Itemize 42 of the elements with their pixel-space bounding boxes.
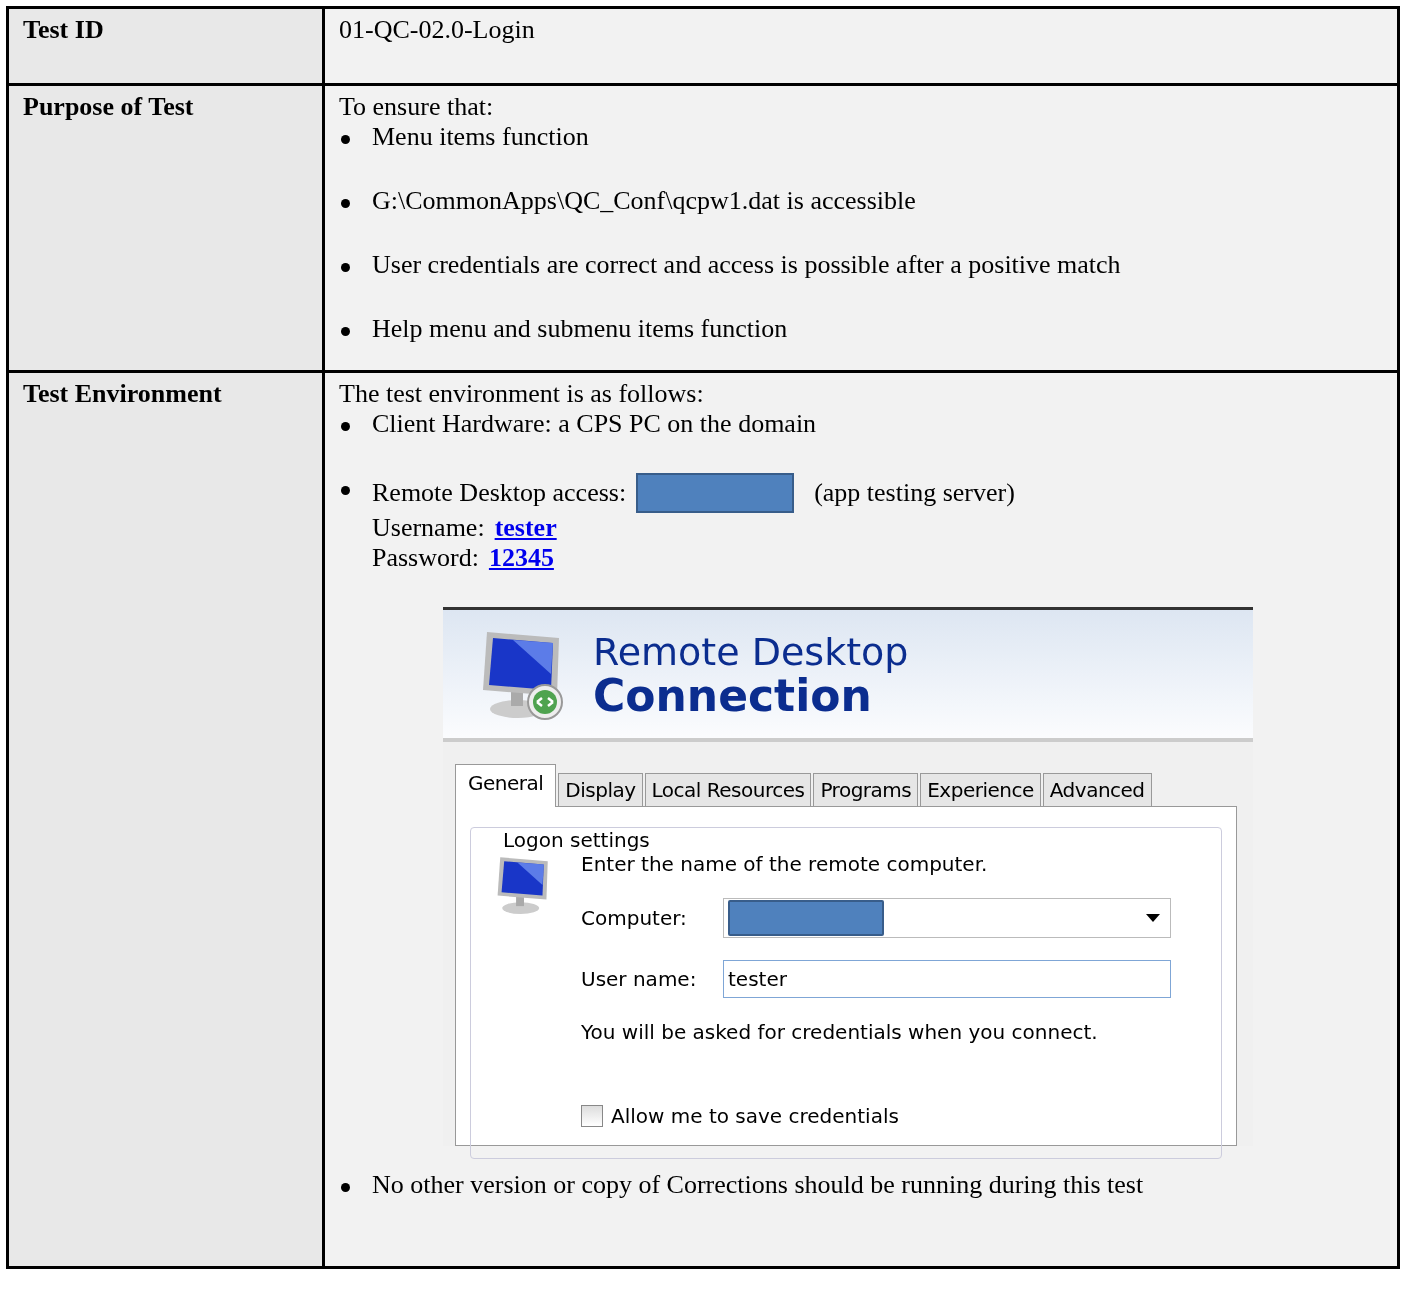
- intro-text: The test environment is as follows:: [339, 379, 705, 409]
- credential-label: Username:: [372, 513, 485, 543]
- cell-text: 01-QC-02.0-Login: [339, 15, 535, 44]
- username-field[interactable]: tester: [723, 960, 1171, 998]
- computer-dropdown[interactable]: [723, 898, 1171, 938]
- bullet-text: Help menu and submenu items function: [372, 314, 788, 344]
- dialog-title: Remote Desktop: [593, 630, 909, 674]
- tab[interactable]: Display: [558, 773, 643, 806]
- dialog-title: Connection: [593, 674, 872, 718]
- credential-label: Password:: [372, 543, 479, 573]
- caret-icon: [1146, 914, 1160, 922]
- bullet-icon: [341, 135, 350, 144]
- bullet-icon: [341, 263, 350, 272]
- tab[interactable]: General: [455, 764, 557, 807]
- password-link[interactable]: 12345: [488, 543, 554, 573]
- bullet-icon: [341, 1183, 350, 1192]
- bullet-icon: [341, 199, 350, 208]
- field-label: User name:: [581, 967, 698, 991]
- bullet-icon: [341, 422, 350, 431]
- tab[interactable]: Programs: [813, 773, 919, 806]
- checkbox[interactable]: [581, 1105, 603, 1127]
- tab[interactable]: Experience: [920, 773, 1041, 806]
- bullet-icon: [341, 327, 350, 336]
- username-link[interactable]: tester: [494, 513, 557, 543]
- prompt-text: Enter the name of the remote computer.: [581, 852, 989, 876]
- row-label: Test ID: [23, 15, 104, 44]
- bullet-text: No other version or copy of Corrections should be running during this test: [372, 1170, 1144, 1200]
- intro-text: To ensure that:: [339, 92, 495, 122]
- bullet-icon: [341, 486, 350, 495]
- row-label: Test Environment: [23, 379, 222, 408]
- bullet-text: G:\CommonApps\QC_Conf\qcpw1.dat is accessible: [372, 186, 916, 216]
- tab[interactable]: Advanced: [1042, 773, 1152, 806]
- bullet-text: Remote Desktop access:: [372, 478, 627, 508]
- checkbox-label: Allow me to save credentials: [611, 1104, 899, 1128]
- row-label: Purpose of Test: [23, 92, 194, 121]
- bullet-text: User credentials are correct and access is possible after a positive match: [372, 250, 1121, 280]
- tab[interactable]: Local Resources: [644, 773, 812, 806]
- info-text: You will be asked for credentials when you connect.: [581, 1020, 1099, 1044]
- bullet-text: Menu items function: [372, 122, 589, 152]
- bullet-text: (app testing server): [814, 478, 1015, 508]
- field-label: Computer:: [581, 906, 688, 930]
- bullet-text: Client Hardware: a CPS PC on the domain: [372, 409, 817, 439]
